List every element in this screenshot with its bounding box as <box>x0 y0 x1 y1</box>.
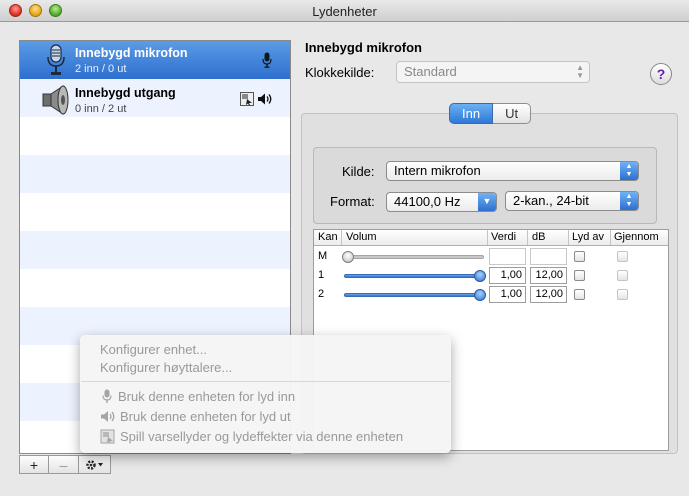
chevron-down-icon: ▼ <box>478 193 496 211</box>
header-db: dB <box>532 231 546 243</box>
header-gjennom: Gjennom <box>614 231 659 243</box>
device-io-count: 0 inn / 2 ut <box>75 103 127 115</box>
channel-row-1: 1 1,00 12,00 <box>314 266 668 285</box>
updown-arrows-icon: ▲ ▼ <box>620 192 638 210</box>
device-io-count: 2 inn / 0 ut <box>75 63 127 75</box>
header-lyd-av: Lyd av <box>572 231 605 243</box>
db-value-field[interactable]: 12,00 <box>530 286 567 303</box>
header-kan: Kan <box>318 231 338 243</box>
source-format-box <box>313 147 657 224</box>
add-device-button[interactable]: + <box>19 455 49 474</box>
menu-item-label: Bruk denne enheten for lyd inn <box>118 389 296 404</box>
source-label: Kilde: <box>342 164 375 179</box>
audio-midi-window: Lydenheter Innebygd mikrofon 2 inn / 0 u… <box>0 0 689 496</box>
menu-item-label: Bruk denne enheten for lyd ut <box>120 409 291 424</box>
mute-checkbox[interactable] <box>574 289 585 300</box>
device-item-builtin-microphone[interactable]: Innebygd mikrofon 2 inn / 0 ut <box>20 41 290 79</box>
header-verdi: Verdi <box>491 231 517 243</box>
menu-item-configure-speakers[interactable]: Konfigurer høyttalere... <box>100 360 232 375</box>
tab-inn[interactable]: Inn <box>449 103 494 124</box>
thru-checkbox[interactable] <box>617 270 628 281</box>
db-value-field <box>530 248 567 265</box>
source-value: Intern mikrofon <box>394 163 481 178</box>
clock-source-value: Standard <box>404 64 457 79</box>
source-select[interactable]: Intern mikrofon ▲ ▼ <box>386 161 639 181</box>
thru-checkbox[interactable] <box>617 251 628 262</box>
selected-device-title: Innebygd mikrofon <box>305 40 422 55</box>
gear-icon <box>85 459 103 470</box>
clock-source-label: Klokkekilde: <box>305 65 375 80</box>
volume-value-field[interactable]: 1,00 <box>489 267 526 284</box>
menu-item-use-for-alerts[interactable]: Spill varsellyder og lydeffekter via den… <box>100 429 403 444</box>
sample-rate-select[interactable]: 44100,0 Hz ▼ <box>386 192 497 212</box>
menu-separator <box>81 381 450 382</box>
volume-slider-knob[interactable] <box>474 289 486 301</box>
device-item-builtin-output[interactable]: Innebygd utgang 0 inn / 2 ut <box>20 81 290 119</box>
bit-depth-value: 2-kan., 24-bit <box>513 193 589 208</box>
bit-depth-select[interactable]: 2-kan., 24-bit ▲ ▼ <box>505 191 639 211</box>
device-name: Innebygd mikrofon <box>75 46 188 60</box>
tab-ut[interactable]: Ut <box>493 103 532 124</box>
updown-arrows-icon: ▲ ▼ <box>620 162 638 180</box>
alert-sound-icon <box>100 429 115 444</box>
channel-row-master: M <box>314 247 668 266</box>
menu-item-configure-device[interactable]: Konfigurer enhet... <box>100 342 207 357</box>
updown-arrows-icon: ▲ ▼ <box>576 63 584 80</box>
channel-label: 2 <box>318 288 325 300</box>
speaker-icon <box>42 85 69 115</box>
volume-value-field <box>489 248 526 265</box>
sample-rate-value: 44100,0 Hz <box>394 194 461 209</box>
db-value-field[interactable]: 12,00 <box>530 267 567 284</box>
format-label: Format: <box>330 194 375 209</box>
volume-slider-track[interactable] <box>344 293 484 297</box>
clock-source-select[interactable]: Standard ▲ ▼ <box>396 61 590 83</box>
channel-label: 1 <box>318 269 325 281</box>
channel-table-header: Kan Volum Verdi dB Lyd av Gjennom <box>314 230 668 246</box>
menu-item-label: Spill varsellyder og lydeffekter via den… <box>120 429 404 444</box>
volume-slider-knob[interactable] <box>474 270 486 282</box>
speaker-icon <box>258 93 272 105</box>
action-menu-button[interactable] <box>79 455 111 474</box>
thru-checkbox[interactable] <box>617 289 628 300</box>
help-button[interactable]: ? <box>650 63 672 85</box>
window-title: Lydenheter <box>312 4 377 19</box>
volume-value-field[interactable]: 1,00 <box>489 286 526 303</box>
device-list-toolbar: + – <box>19 455 111 474</box>
menu-item-use-for-input[interactable]: Bruk denne enheten for lyd inn <box>100 389 295 404</box>
volume-slider-track[interactable] <box>344 255 484 259</box>
microphone-icon <box>102 389 112 403</box>
menu-item-use-for-output[interactable]: Bruk denne enheten for lyd ut <box>100 409 291 424</box>
channel-label: M <box>318 250 328 262</box>
header-volum: Volum <box>346 231 377 243</box>
mute-checkbox[interactable] <box>574 270 585 281</box>
channel-row-2: 2 1,00 12,00 <box>314 285 668 304</box>
volume-slider-track[interactable] <box>344 274 484 278</box>
device-name: Innebygd utgang <box>75 86 176 100</box>
mute-checkbox[interactable] <box>574 251 585 262</box>
volume-slider-knob[interactable] <box>342 251 354 263</box>
speaker-icon <box>101 411 115 422</box>
action-context-menu: Konfigurer enhet... Konfigurer høyttaler… <box>80 335 451 453</box>
microphone-icon <box>47 44 65 75</box>
input-output-tabs: Inn Ut <box>449 103 532 124</box>
alert-sound-icon <box>240 92 254 106</box>
remove-device-button[interactable]: – <box>49 455 79 474</box>
microphone-icon <box>262 52 272 68</box>
title-bar[interactable]: Lydenheter <box>0 0 689 22</box>
